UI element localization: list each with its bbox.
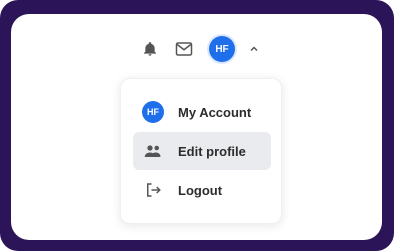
messages-button[interactable] bbox=[173, 38, 195, 60]
avatar-initials: HF bbox=[215, 43, 229, 55]
chevron-up-icon bbox=[250, 46, 258, 52]
user-avatar[interactable]: HF bbox=[209, 36, 235, 62]
app-panel: HF HF My Account Edit profile Logout bbox=[11, 14, 382, 240]
menu-item-label: Edit profile bbox=[178, 143, 246, 159]
menu-avatar-initials: HF bbox=[147, 107, 159, 117]
notifications-button[interactable] bbox=[139, 38, 161, 60]
header-toolbar: HF bbox=[139, 36, 265, 62]
user-menu-toggle[interactable] bbox=[243, 38, 265, 60]
users-icon bbox=[142, 140, 164, 162]
menu-item-edit-profile[interactable]: Edit profile bbox=[133, 132, 271, 170]
avatar: HF bbox=[142, 101, 164, 123]
logout-icon bbox=[142, 179, 164, 201]
menu-item-my-account[interactable]: HF My Account bbox=[133, 93, 271, 131]
user-dropdown-menu: HF My Account Edit profile Logout bbox=[120, 78, 282, 224]
mail-icon bbox=[175, 42, 193, 56]
menu-item-logout[interactable]: Logout bbox=[133, 171, 271, 209]
bell-icon bbox=[144, 42, 156, 56]
window-frame: HF HF My Account Edit profile Logout bbox=[0, 0, 394, 251]
menu-item-label: My Account bbox=[178, 104, 252, 120]
menu-item-label: Logout bbox=[178, 182, 223, 198]
